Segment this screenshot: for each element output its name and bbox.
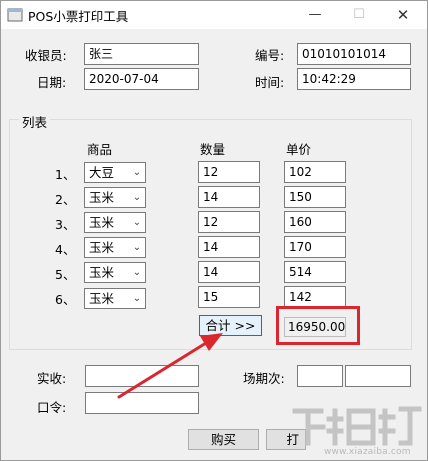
- watermark-text: www.xiazaiba.com: [324, 447, 411, 457]
- chevron-down-icon[interactable]: ⌄: [128, 289, 145, 308]
- quantity-field[interactable]: 14: [198, 261, 260, 283]
- quantity-field[interactable]: 14: [198, 186, 260, 208]
- row-number: 2、: [55, 192, 76, 207]
- app-window: POS小票打印工具 — ☐ ✕ 收银员: 张三 编号: 01010101014 …: [0, 0, 428, 461]
- price-field[interactable]: 170: [284, 236, 346, 258]
- product-select-value: 玉米: [89, 291, 115, 306]
- cashier-field[interactable]: 张三: [84, 43, 199, 65]
- password-label: 口令:: [37, 400, 67, 415]
- price-field[interactable]: 160: [284, 211, 346, 233]
- list-group-title: 列表: [19, 112, 51, 131]
- product-select-value: 玉米: [89, 190, 115, 205]
- total-button[interactable]: 合计 >>: [199, 315, 262, 336]
- row-number: 5、: [55, 267, 76, 282]
- time-label: 时间:: [255, 75, 285, 90]
- maximize-button[interactable]: ☐: [337, 1, 381, 29]
- product-select[interactable]: 大豆 ⌄: [84, 162, 146, 183]
- chevron-down-icon[interactable]: ⌄: [128, 238, 145, 257]
- cashier-label: 收银员:: [25, 48, 67, 63]
- price-column-header: 单价: [286, 142, 312, 157]
- price-field[interactable]: 102: [284, 161, 346, 183]
- minimize-button[interactable]: —: [293, 1, 337, 29]
- chevron-down-icon[interactable]: ⌄: [128, 188, 145, 207]
- date-field[interactable]: 2020-07-04: [84, 68, 199, 90]
- session-field-1[interactable]: [297, 365, 343, 387]
- window-title: POS小票打印工具: [28, 9, 129, 24]
- quantity-field[interactable]: 15: [198, 286, 260, 308]
- price-field[interactable]: 150: [284, 186, 346, 208]
- product-select[interactable]: 玉米 ⌄: [84, 262, 146, 283]
- id-label: 编号:: [255, 48, 285, 63]
- row-number: 4、: [55, 242, 76, 257]
- row-number: 6、: [55, 292, 76, 307]
- quantity-column-header: 数量: [200, 142, 226, 157]
- quantity-field[interactable]: 12: [198, 161, 260, 183]
- total-highlight-box: [276, 306, 360, 345]
- product-select-value: 玉米: [89, 215, 115, 230]
- price-field[interactable]: 514: [284, 261, 346, 283]
- row-number: 3、: [55, 217, 76, 232]
- chevron-down-icon[interactable]: ⌄: [128, 163, 145, 182]
- quantity-field[interactable]: 14: [198, 236, 260, 258]
- quantity-field[interactable]: 12: [198, 211, 260, 233]
- product-select[interactable]: 玉米 ⌄: [84, 212, 146, 233]
- time-field[interactable]: 10:42:29: [297, 68, 411, 90]
- chevron-down-icon[interactable]: ⌄: [128, 263, 145, 282]
- product-select[interactable]: 玉米 ⌄: [84, 237, 146, 258]
- id-field[interactable]: 01010101014: [297, 43, 411, 65]
- print-button[interactable]: 打: [266, 429, 306, 450]
- product-select[interactable]: 玉米 ⌄: [84, 288, 146, 309]
- product-select-value: 玉米: [89, 265, 115, 280]
- chevron-down-icon[interactable]: ⌄: [128, 213, 145, 232]
- session-field-2[interactable]: [345, 365, 411, 387]
- app-icon: [7, 8, 23, 22]
- product-select[interactable]: 玉米 ⌄: [84, 187, 146, 208]
- product-column-header: 商品: [87, 142, 113, 157]
- price-field[interactable]: 142: [284, 286, 346, 308]
- product-select-value: 玉米: [89, 240, 115, 255]
- close-button[interactable]: ✕: [381, 1, 425, 29]
- title-bar: POS小票打印工具 — ☐ ✕: [1, 1, 427, 29]
- product-select-value: 大豆: [89, 165, 115, 180]
- received-field[interactable]: [85, 365, 199, 387]
- date-label: 日期:: [37, 75, 67, 90]
- session-label: 场期次:: [243, 371, 285, 386]
- received-label: 实收:: [37, 371, 67, 386]
- password-field[interactable]: [85, 392, 199, 414]
- row-number: 1、: [55, 167, 76, 182]
- buy-button[interactable]: 购买: [188, 429, 259, 450]
